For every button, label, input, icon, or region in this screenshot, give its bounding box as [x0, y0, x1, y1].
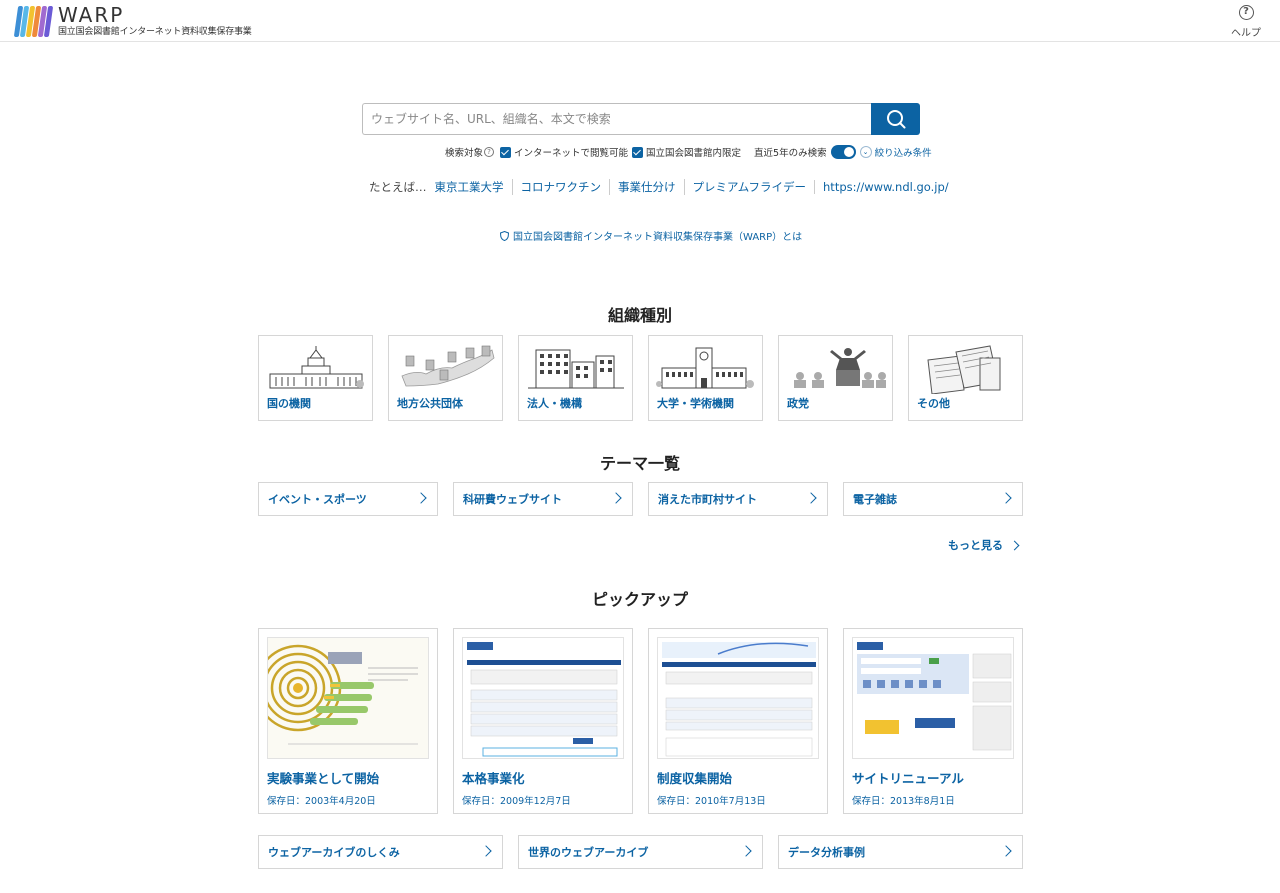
- search-options: 検索対象 ? インターネットで閲覧可能 国立国会図書館内限定 直近5年のみ検索 …: [445, 144, 932, 160]
- logo-subtitle: 国立国会図書館インターネット資料収集保存事業: [58, 27, 252, 37]
- footer-link[interactable]: 世界のウェブアーカイブ: [518, 835, 763, 869]
- chevron-right-icon: [1000, 845, 1012, 857]
- pickup-date: 保存日：2003年4月20日: [267, 796, 376, 807]
- pickup-date: 保存日：2009年12月7日: [462, 796, 571, 807]
- more-themes-link[interactable]: もっと見る: [948, 537, 1020, 553]
- search-input[interactable]: [362, 103, 872, 135]
- pickup-card[interactable]: 実験事業として開始 保存日：2003年4月20日: [258, 628, 438, 814]
- search-examples: たとえば… 東京工業大学 コロナワクチン 事業仕分け プレミアムフライデー ht…: [369, 179, 957, 195]
- help-label: ヘルプ: [1231, 28, 1261, 39]
- option-internet[interactable]: インターネットで閲覧可能: [500, 145, 628, 159]
- pickup-section-title: ピックアップ: [591, 590, 688, 609]
- recent-toggle[interactable]: [830, 145, 856, 159]
- example-link[interactable]: プレミアムフライデー: [683, 179, 815, 195]
- chevron-down-icon[interactable]: ⌄: [859, 146, 872, 158]
- japan-map-icon: [401, 345, 495, 387]
- search-icon: [886, 110, 905, 129]
- org-label: 大学・学術機関: [657, 397, 734, 410]
- footer-link[interactable]: ウェブアーカイブのしくみ: [258, 835, 503, 869]
- theme-label: 消えた市町村サイト: [658, 493, 757, 506]
- speaker-icon: [794, 348, 886, 388]
- about-warp-link[interactable]: 国立国会図書館インターネット資料収集保存事業（WARP）とは: [500, 228, 802, 243]
- example-link[interactable]: https://www.ndl.go.jp/: [814, 180, 957, 194]
- search-target-label: 検索対象: [445, 148, 484, 159]
- checkbox-ndl[interactable]: [632, 146, 644, 158]
- chevron-right-icon: [1000, 492, 1012, 504]
- warp-logo-mark: [13, 6, 54, 37]
- theme-label: 科研費ウェブサイト: [463, 493, 562, 506]
- more-label: もっと見る: [948, 539, 1003, 552]
- footer-link-label: ウェブアーカイブのしくみ: [268, 846, 400, 859]
- example-link[interactable]: 東京工業大学: [435, 179, 512, 195]
- examples-lead: たとえば…: [369, 180, 427, 194]
- documents-icon: [927, 345, 1001, 394]
- org-label: 国の機関: [267, 397, 311, 410]
- pickup-card[interactable]: サイトリニューアル 保存日：2013年8月1日: [843, 628, 1023, 814]
- logo-word: WARP: [58, 3, 125, 27]
- pickup-card[interactable]: 本格事業化 保存日：2009年12月7日: [453, 628, 633, 814]
- theme-label: 電子雑誌: [853, 493, 897, 506]
- org-label: 政党: [787, 397, 809, 410]
- org-card-corporation[interactable]: 法人・機構: [518, 335, 633, 421]
- pickup-title: サイトリニューアル: [852, 771, 964, 786]
- theme-label: イベント・スポーツ: [268, 493, 367, 506]
- chevron-right-icon: [480, 845, 492, 857]
- pickup-thumbnail: [462, 637, 624, 759]
- pickup-thumbnail: [657, 637, 819, 759]
- footer-link-label: データ分析事例: [788, 846, 865, 859]
- pickup-card[interactable]: 制度収集開始 保存日：2010年7月13日: [648, 628, 828, 814]
- org-card-political-party[interactable]: 政党: [778, 335, 893, 421]
- search-button[interactable]: [871, 103, 920, 135]
- chevron-right-icon: [415, 492, 427, 504]
- pickup-title: 実験事業として開始: [267, 771, 380, 786]
- theme-item[interactable]: 科研費ウェブサイト: [453, 482, 633, 516]
- theme-item[interactable]: 電子雑誌: [843, 482, 1023, 516]
- org-card-other[interactable]: その他: [908, 335, 1023, 421]
- footer-link-label: 世界のウェブアーカイブ: [528, 846, 649, 859]
- help-icon: ?: [1238, 5, 1254, 20]
- help-button[interactable]: ? ヘルプ: [1231, 5, 1261, 39]
- pickup-date: 保存日：2010年7月13日: [657, 796, 766, 807]
- theme-item[interactable]: 消えた市町村サイト: [648, 482, 828, 516]
- pickup-thumbnail: [267, 637, 429, 759]
- chevron-right-icon: [740, 845, 752, 857]
- org-label: 地方公共団体: [397, 397, 463, 410]
- org-card-local-government[interactable]: 地方公共団体: [388, 335, 503, 421]
- diet-building-icon: [269, 346, 364, 389]
- org-card-university[interactable]: 大学・学術機関: [648, 335, 763, 421]
- pickup-date: 保存日：2013年8月1日: [852, 796, 955, 807]
- option-internet-label: インターネットで閲覧可能: [514, 148, 629, 159]
- pickup-title: 本格事業化: [462, 771, 525, 786]
- footer-link[interactable]: データ分析事例: [778, 835, 1023, 869]
- checkbox-internet[interactable]: [500, 146, 512, 158]
- org-section-title: 組織種別: [607, 306, 672, 325]
- shield-icon: [500, 230, 509, 241]
- recent-label: 直近5年のみ検索: [754, 148, 827, 159]
- example-link[interactable]: 事業仕分け: [609, 179, 684, 195]
- themes-section-title: テーマ一覧: [599, 454, 680, 473]
- org-card-national[interactable]: 国の機関: [258, 335, 373, 421]
- pickup-title: 制度収集開始: [657, 771, 733, 786]
- example-link[interactable]: コロナワクチン: [511, 179, 610, 195]
- org-label: その他: [917, 397, 950, 410]
- chevron-right-icon: [610, 492, 622, 504]
- about-warp-label: 国立国会図書館インターネット資料収集保存事業（WARP）とは: [513, 232, 803, 243]
- filter-conditions-link[interactable]: 絞り込み条件: [875, 145, 932, 159]
- option-ndl[interactable]: 国立国会図書館内限定: [632, 145, 741, 159]
- question-icon[interactable]: ?: [484, 147, 495, 157]
- warp-logo[interactable]: WARP 国立国会図書館インターネット資料収集保存事業: [13, 3, 252, 38]
- university-icon: [656, 347, 754, 389]
- pickup-thumbnail: [852, 637, 1014, 759]
- theme-item[interactable]: イベント・スポーツ: [258, 482, 438, 516]
- chevron-right-icon: [1009, 540, 1020, 551]
- chevron-right-icon: [805, 492, 817, 504]
- org-label: 法人・機構: [527, 397, 582, 410]
- option-ndl-label: 国立国会図書館内限定: [646, 148, 742, 159]
- header: WARP 国立国会図書館インターネット資料収集保存事業 ? ヘルプ: [0, 0, 1280, 42]
- office-buildings-icon: [528, 349, 624, 389]
